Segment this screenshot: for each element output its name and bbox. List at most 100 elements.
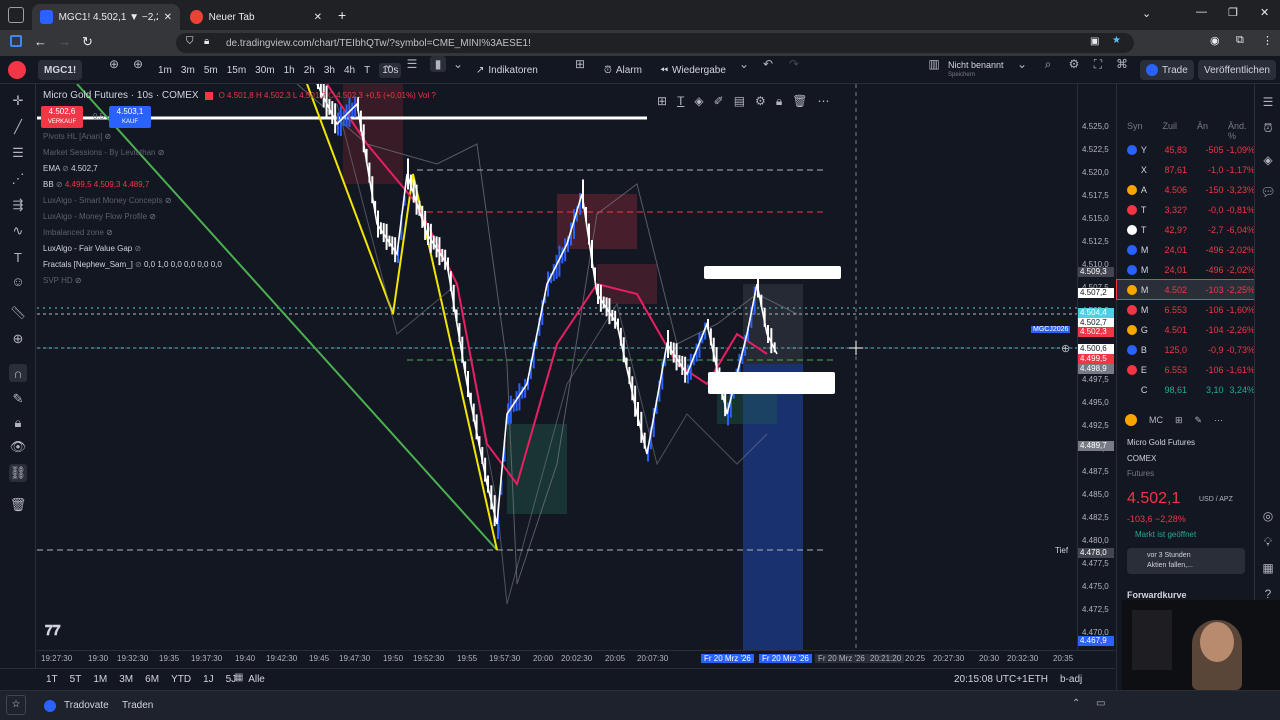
watchlist-row[interactable]: C 98,61 3,10 3,24% [1117, 380, 1255, 399]
interval-15m[interactable]: 15m [227, 65, 246, 76]
add-alert-plus-icon[interactable]: ⊕ [1061, 342, 1070, 355]
pattern-icon[interactable]: ⋰ [9, 170, 27, 188]
alarm-button[interactable]: ⏰︎ Alarm [604, 56, 642, 84]
interval-3m[interactable]: 3m [181, 65, 195, 76]
adjust-text[interactable]: b-adj [1060, 674, 1082, 685]
visibility-eye-icon[interactable]: ⊘ [73, 276, 82, 285]
interval-3h[interactable]: 3h [324, 65, 335, 76]
visibility-eye-icon[interactable]: ⊘ [104, 228, 113, 237]
template-icon[interactable]: ▤ [734, 94, 745, 109]
interval-1h[interactable]: 1h [284, 65, 295, 76]
range-1T[interactable]: 1T [46, 674, 58, 685]
range-5T[interactable]: 5T [70, 674, 82, 685]
pip-icon[interactable]: ▣ [1090, 36, 1099, 47]
add-symbol-icon[interactable]: ⊕ [130, 56, 146, 72]
visibility-eye-icon[interactable]: ⊘ [163, 196, 172, 205]
news-item[interactable]: vor 3 Stunden Aktien fallen,... [1127, 548, 1245, 574]
layout-icon[interactable]: ▥ [926, 56, 942, 72]
calendar-icon[interactable]: ▦ [1260, 560, 1276, 576]
range-1J[interactable]: 1J [203, 674, 214, 685]
back-icon[interactable]: ← [34, 34, 47, 49]
browser-menu-icon[interactable]: ⋮ [1262, 34, 1273, 47]
tab-search-chevron-icon[interactable]: ⌄ [1142, 7, 1151, 20]
watchlist-row[interactable]: M 4.502 -103 -2,25% [1116, 279, 1256, 300]
watchlist-icon[interactable]: ☰ [1260, 94, 1276, 110]
sell-button[interactable]: 4.502,6 VERKAUF [41, 106, 83, 128]
indicator-legend-item[interactable]: BB ⊘ 4.499,5 4.509,3 4.489,7 [43, 180, 149, 189]
indicator-legend-item[interactable]: LuxAlgo - Smart Money Concepts ⊘ [43, 196, 172, 205]
maximize-icon[interactable]: ❐ [1228, 6, 1238, 19]
new-tab-plus-icon[interactable]: + [338, 7, 346, 23]
minimize-icon[interactable]: — [1196, 6, 1207, 18]
watchlist-row[interactable]: G 4.501 -104 -2,26% [1117, 320, 1255, 339]
target-icon[interactable]: ◎ [1260, 508, 1276, 524]
watchlist-column-header[interactable]: Än [1197, 121, 1208, 141]
link-icon[interactable]: ⛓ [9, 464, 27, 482]
range-Alle[interactable]: Alle [248, 674, 265, 685]
delete-icon[interactable]: 🗑︎ [792, 94, 807, 109]
watchlist-row[interactable]: T 3,32? -0,0 -0,81% [1117, 200, 1255, 219]
replay-button[interactable]: ⏪︎ Wiedergabe [660, 56, 726, 84]
annotation-box-bottom[interactable] [708, 372, 835, 394]
visibility-eye-icon[interactable]: ⊘ [54, 180, 65, 189]
browser-tab-active[interactable]: MGC1! 4.502,1 ▼ −2,25% Nicht ✕ [32, 4, 180, 30]
watchlist-column-header[interactable]: Syn [1127, 121, 1143, 141]
visibility-eye-icon[interactable]: ⊘ [133, 260, 144, 269]
broker-name[interactable]: Tradovate [64, 700, 109, 711]
range-YTD[interactable]: YTD [171, 674, 191, 685]
account-avatar[interactable] [8, 56, 26, 84]
grid-icon[interactable]: ⊞ [1175, 415, 1183, 426]
close-tab-icon[interactable]: ✕ [314, 12, 322, 23]
object-tree-icon[interactable]: ⊞ [657, 94, 667, 109]
interval-T[interactable]: T [364, 65, 370, 76]
profile-icon[interactable]: ◉ [1210, 34, 1220, 47]
trendline-icon[interactable]: ╱ [9, 118, 27, 136]
visibility-eye-icon[interactable]: ⊘ [60, 164, 71, 173]
fib-icon[interactable]: ☰ [9, 144, 27, 162]
layout-name-button[interactable]: Nicht benannt Speichern [948, 56, 1004, 84]
range-6M[interactable]: 6M [145, 674, 159, 685]
indicator-legend-item[interactable]: Fractals [Nephew_Sam_] ⊘ 0,0 1,0 0,0 0,0… [43, 260, 222, 269]
templates-grid-icon[interactable]: ⊞ [572, 56, 588, 72]
bar-style-icon[interactable]: ☰ [404, 56, 420, 72]
indicator-legend-item[interactable]: Imbalanced zone ⊘ [43, 228, 113, 237]
lock-icon[interactable]: 🔒︎ [204, 36, 209, 47]
watchlist-row[interactable]: E 6.553 -106 -1,61% [1117, 360, 1255, 379]
maximize-panel-icon[interactable]: ▭ [1096, 698, 1105, 709]
settings-icon[interactable]: ⚙ [755, 94, 766, 109]
indicators-button[interactable]: ↗ Indikatoren [476, 56, 538, 84]
pencil-icon[interactable]: ✐ [714, 94, 724, 109]
price-axis[interactable]: 4.525,0 4.522,5 4.520,0 4.517,5 4.515,0 4.512… [1077, 84, 1115, 650]
indicator-legend-item[interactable]: Market Sessions - By Leviathan ⊘ [43, 148, 164, 157]
watchlist-column-header[interactable]: Änd. % [1228, 121, 1254, 141]
watchlist-column-header[interactable]: Zuil [1163, 121, 1178, 141]
emoji-icon[interactable]: ☺ [9, 272, 27, 290]
forecast-icon[interactable]: ⇶ [9, 196, 27, 214]
text-icon[interactable]: T [9, 248, 27, 266]
goto-date-icon[interactable]: ▦ [234, 672, 243, 683]
settings-gear-icon[interactable]: ⚙ [1066, 56, 1082, 72]
stay-drawing-icon[interactable]: ✎ [9, 390, 27, 408]
watchlist-row[interactable]: M 6.553 -106 -1,60% [1117, 300, 1255, 319]
trash-icon[interactable]: 🗑︎ [9, 496, 27, 514]
more-icon[interactable]: ⋯ [817, 94, 829, 109]
range-1M[interactable]: 1M [93, 674, 107, 685]
interval-1m[interactable]: 1m [158, 65, 172, 76]
window-icon[interactable] [8, 7, 24, 23]
settings-icon[interactable]: ☆ [6, 695, 26, 715]
visibility-eye-icon[interactable]: ⊘ [156, 148, 165, 157]
publish-button[interactable]: Veröffentlichen [1198, 60, 1276, 80]
visibility-eye-icon[interactable]: ⊘ [147, 212, 156, 221]
interval-30m[interactable]: 30m [255, 65, 274, 76]
zoom-icon[interactable]: ⊕ [9, 330, 27, 348]
symbol-search-button[interactable]: MGC1! [38, 60, 83, 80]
clock-text[interactable]: 20:15:08 UTC+1 [954, 674, 1028, 685]
forward-icon[interactable]: → [58, 34, 71, 49]
candles-icon[interactable]: ▮ [430, 56, 446, 72]
window-close-icon[interactable]: ✕ [1260, 6, 1269, 19]
replay-chevron-icon[interactable]: ⌄ [736, 56, 752, 72]
ideas-icon[interactable]: 💡︎ [1260, 534, 1276, 550]
trade-tab[interactable]: Traden [122, 700, 153, 711]
watchlist-row[interactable]: T 42,9? -2,7 -6,04% [1117, 220, 1255, 239]
price-chart-canvas[interactable] [37, 84, 1077, 650]
